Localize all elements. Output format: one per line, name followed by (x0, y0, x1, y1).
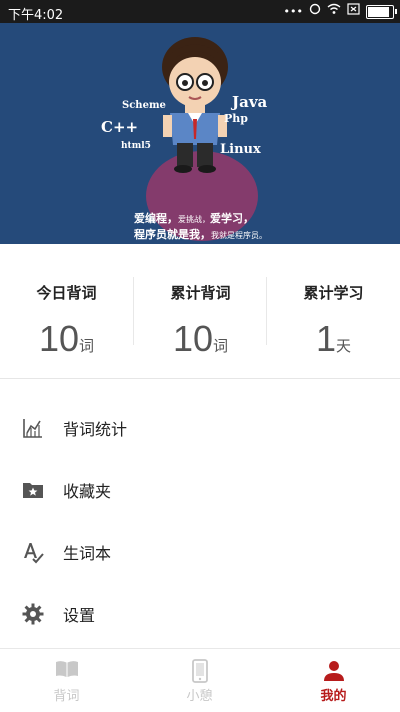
bottom-tab-bar: 背词 小憩 我的 (0, 648, 400, 712)
stat-unit: 天 (336, 337, 352, 355)
stat-label: 累计学习 (303, 284, 364, 302)
caption-part: 爱编程， (134, 212, 178, 225)
no-sim-icon (347, 3, 360, 20)
tab-label: 背词 (53, 689, 80, 704)
gear-icon (20, 601, 46, 627)
word-html5: html5 (121, 141, 151, 151)
phone-icon (191, 659, 209, 687)
stat-number: 10 (172, 318, 214, 359)
person-icon (322, 659, 346, 687)
tab-label: 我的 (320, 689, 347, 704)
profile-banner: Scheme Java C++ Php html5 Linux 爱编程，爱挑战，… (0, 23, 400, 244)
menu-item-vocab-book[interactable]: 生词本 (0, 521, 400, 583)
stat-value: 10词 (0, 318, 133, 360)
banner-caption: 爱编程，爱挑战，爱学习， 程序员就是我，我就是程序员。 (134, 211, 267, 243)
word-linux: Linux (220, 142, 261, 157)
battery-icon (366, 4, 397, 19)
menu-item-label: 生词本 (63, 544, 112, 563)
menu-item-label: 背词统计 (63, 420, 128, 439)
wifi-icon (327, 3, 341, 20)
tab-label: 小憩 (186, 689, 213, 704)
caption-part: 程序员就是我， (134, 228, 211, 241)
menu-item-word-stats[interactable]: 背词统计 (0, 397, 400, 459)
status-icons: ••• (283, 3, 397, 20)
menu-item-settings[interactable]: 设置 (0, 583, 400, 645)
profile-menu: 背词统计 收藏夹 生词本 设置 (0, 397, 400, 645)
study-stats: 今日背词 10词 累计背词 10词 累计学习 1天 (0, 244, 400, 379)
stat-unit: 词 (213, 337, 229, 355)
stat-number: 1 (315, 318, 336, 359)
chart-icon (20, 415, 46, 441)
menu-item-favorites[interactable]: 收藏夹 (0, 459, 400, 521)
tab-study[interactable]: 背词 (0, 649, 133, 712)
word-cpp: C++ (101, 118, 139, 136)
stat-value: 10词 (134, 318, 267, 360)
book-icon (55, 659, 79, 683)
folder-star-icon (20, 477, 46, 503)
stat-label: 今日背词 (36, 284, 97, 302)
stat-total-days: 累计学习 1天 (267, 244, 400, 378)
alarm-icon (309, 3, 321, 20)
status-bar: 下午4:02 ••• (0, 0, 400, 23)
menu-item-label: 设置 (63, 606, 96, 625)
word-scheme: Scheme (122, 100, 166, 111)
tab-mine[interactable]: 我的 (267, 649, 400, 712)
menu-item-label: 收藏夹 (63, 482, 112, 501)
stat-label: 累计背词 (170, 284, 231, 302)
stat-today-words: 今日背词 10词 (0, 244, 133, 378)
tab-break[interactable]: 小憩 (133, 649, 266, 712)
stat-number: 10 (38, 318, 80, 359)
caption-part: 爱挑战， (178, 215, 210, 224)
status-time: 下午4:02 (8, 8, 64, 23)
stat-unit: 词 (79, 337, 95, 355)
word-php: Php (224, 112, 248, 125)
caption-part: 我就是程序员。 (211, 231, 267, 240)
spellcheck-icon (20, 539, 46, 565)
stat-total-words: 累计背词 10词 (134, 244, 267, 378)
word-java: Java (232, 93, 268, 111)
caption-part: 爱学习， (210, 212, 254, 225)
stat-value: 1天 (267, 318, 400, 360)
more-dots-icon: ••• (283, 4, 303, 18)
